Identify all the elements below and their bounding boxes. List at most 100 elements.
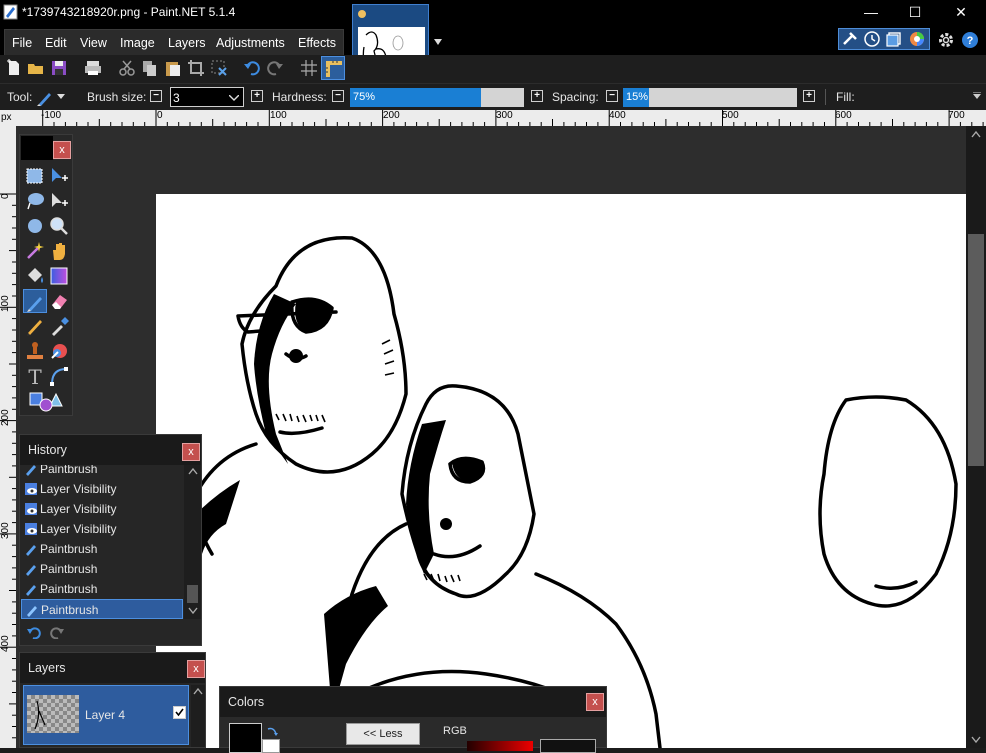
- scrollbar-thumb[interactable]: [968, 234, 984, 466]
- help-icon[interactable]: ?: [961, 31, 979, 49]
- history-redo-icon[interactable]: [49, 625, 65, 639]
- chevron-down-icon[interactable]: [57, 94, 65, 100]
- hardness-increase-button[interactable]: +: [531, 90, 543, 102]
- ruler-tick-label: 200: [0, 409, 11, 426]
- tools-panel-close-button[interactable]: x: [53, 141, 71, 159]
- layer-visibility-checkbox[interactable]: [173, 706, 186, 719]
- move-selected-pixels-icon[interactable]: [48, 165, 70, 187]
- spacing-increase-button[interactable]: +: [803, 90, 815, 102]
- pan-hand-icon[interactable]: [48, 240, 70, 262]
- image-canvas[interactable]: [156, 194, 966, 748]
- layers-panel-header: Layers: [20, 653, 205, 683]
- history-item-selected[interactable]: Paintbrush: [21, 599, 183, 619]
- brush-size-increase-button[interactable]: +: [251, 90, 263, 102]
- history-item[interactable]: Paintbrush: [21, 579, 183, 599]
- swap-colors-icon[interactable]: [266, 725, 278, 737]
- hardness-decrease-button[interactable]: −: [332, 90, 344, 102]
- redo-icon[interactable]: [266, 59, 284, 77]
- colors-panel-close-button[interactable]: x: [586, 693, 604, 711]
- scroll-up-icon[interactable]: [188, 467, 198, 475]
- lasso-select-icon[interactable]: [24, 190, 46, 212]
- history-item[interactable]: Paintbrush: [21, 539, 183, 559]
- primary-color-swatch[interactable]: [229, 723, 262, 753]
- paint-bucket-icon[interactable]: [24, 265, 46, 287]
- tab-list-icon[interactable]: [432, 36, 444, 48]
- line-curve-icon[interactable]: [48, 365, 70, 387]
- rectangle-select-icon[interactable]: [24, 165, 46, 187]
- layer-row[interactable]: Layer 4: [23, 685, 189, 745]
- menu-view[interactable]: View: [80, 36, 107, 50]
- layers-icon[interactable]: [885, 30, 903, 48]
- minimize-button[interactable]: —: [848, 0, 894, 25]
- layers-scrollbar[interactable]: [191, 685, 205, 747]
- paintbrush-tool-icon[interactable]: [36, 89, 54, 107]
- history-item-label: Paintbrush: [41, 603, 99, 617]
- scroll-up-icon[interactable]: [193, 687, 203, 695]
- overflow-chevron-icon[interactable]: [973, 92, 981, 100]
- brush-size-value: 3: [173, 91, 180, 105]
- menu-adjustments[interactable]: Adjustments: [216, 36, 285, 50]
- scroll-up-icon[interactable]: [971, 130, 981, 138]
- paintbrush-tool-button[interactable]: [23, 289, 47, 313]
- history-undo-icon[interactable]: [26, 625, 42, 639]
- magic-wand-icon[interactable]: [24, 240, 46, 262]
- menu-effects[interactable]: Effects: [298, 36, 336, 50]
- recolor-icon[interactable]: [48, 340, 70, 362]
- layers-panel-close-button[interactable]: x: [187, 660, 205, 678]
- spacing-slider[interactable]: 15%: [623, 88, 797, 107]
- spacing-decrease-button[interactable]: −: [606, 90, 618, 102]
- ellipse-select-icon[interactable]: [24, 215, 46, 237]
- crop-icon[interactable]: [187, 59, 205, 77]
- brush-size-field[interactable]: 3: [170, 87, 244, 107]
- deselect-icon[interactable]: [210, 59, 228, 77]
- undo-icon[interactable]: [243, 59, 261, 77]
- history-panel-close-button[interactable]: x: [182, 443, 200, 461]
- new-file-icon[interactable]: [5, 59, 23, 77]
- menu-file[interactable]: File: [12, 36, 32, 50]
- shapes-icon[interactable]: [28, 390, 64, 412]
- ruler-toggle[interactable]: [321, 56, 345, 80]
- pencil-icon[interactable]: [24, 315, 46, 337]
- history-scrollbar[interactable]: [184, 465, 201, 619]
- eraser-icon[interactable]: [48, 290, 70, 312]
- history-item[interactable]: Paintbrush: [21, 465, 183, 479]
- red-channel-slider[interactable]: [467, 741, 533, 751]
- less-button[interactable]: << Less: [346, 723, 420, 745]
- close-window-button[interactable]: ✕: [938, 0, 984, 25]
- history-item[interactable]: Layer Visibility: [21, 519, 183, 539]
- zoom-icon[interactable]: [48, 215, 70, 237]
- move-selection-icon[interactable]: [48, 190, 70, 212]
- grid-icon[interactable]: [300, 59, 318, 77]
- menu-layers[interactable]: Layers: [168, 36, 206, 50]
- paste-icon[interactable]: [164, 59, 182, 77]
- scroll-down-icon[interactable]: [971, 736, 981, 744]
- tools-icon[interactable]: [841, 30, 859, 48]
- brush-size-decrease-button[interactable]: −: [150, 90, 162, 102]
- vertical-scrollbar[interactable]: [966, 126, 986, 748]
- save-icon[interactable]: [50, 59, 68, 77]
- menu-edit[interactable]: Edit: [45, 36, 67, 50]
- maximize-button[interactable]: ☐: [892, 0, 938, 25]
- settings-icon[interactable]: [937, 31, 955, 49]
- print-icon[interactable]: [84, 59, 102, 77]
- history-item[interactable]: Layer Visibility: [21, 479, 183, 499]
- red-channel-field[interactable]: [540, 739, 596, 753]
- menu-image[interactable]: Image: [120, 36, 155, 50]
- open-icon[interactable]: [27, 59, 45, 77]
- clone-stamp-icon[interactable]: [24, 340, 46, 362]
- history-icon[interactable]: [863, 30, 881, 48]
- cut-icon[interactable]: [118, 59, 136, 77]
- gradient-icon[interactable]: [48, 265, 70, 287]
- scroll-down-icon[interactable]: [188, 607, 198, 615]
- hardness-slider[interactable]: 75%: [350, 88, 524, 107]
- text-tool-icon[interactable]: T: [24, 365, 46, 387]
- scrollbar-thumb[interactable]: [187, 585, 198, 603]
- history-item[interactable]: Paintbrush: [21, 559, 183, 579]
- chevron-down-icon[interactable]: [229, 95, 239, 102]
- copy-icon[interactable]: [141, 59, 159, 77]
- colors-icon[interactable]: [908, 30, 926, 48]
- secondary-color-swatch[interactable]: [262, 739, 280, 753]
- color-picker-icon[interactable]: [48, 315, 70, 337]
- history-panel: History x Paintbrush Layer Visibility La…: [19, 434, 202, 646]
- history-item[interactable]: Layer Visibility: [21, 499, 183, 519]
